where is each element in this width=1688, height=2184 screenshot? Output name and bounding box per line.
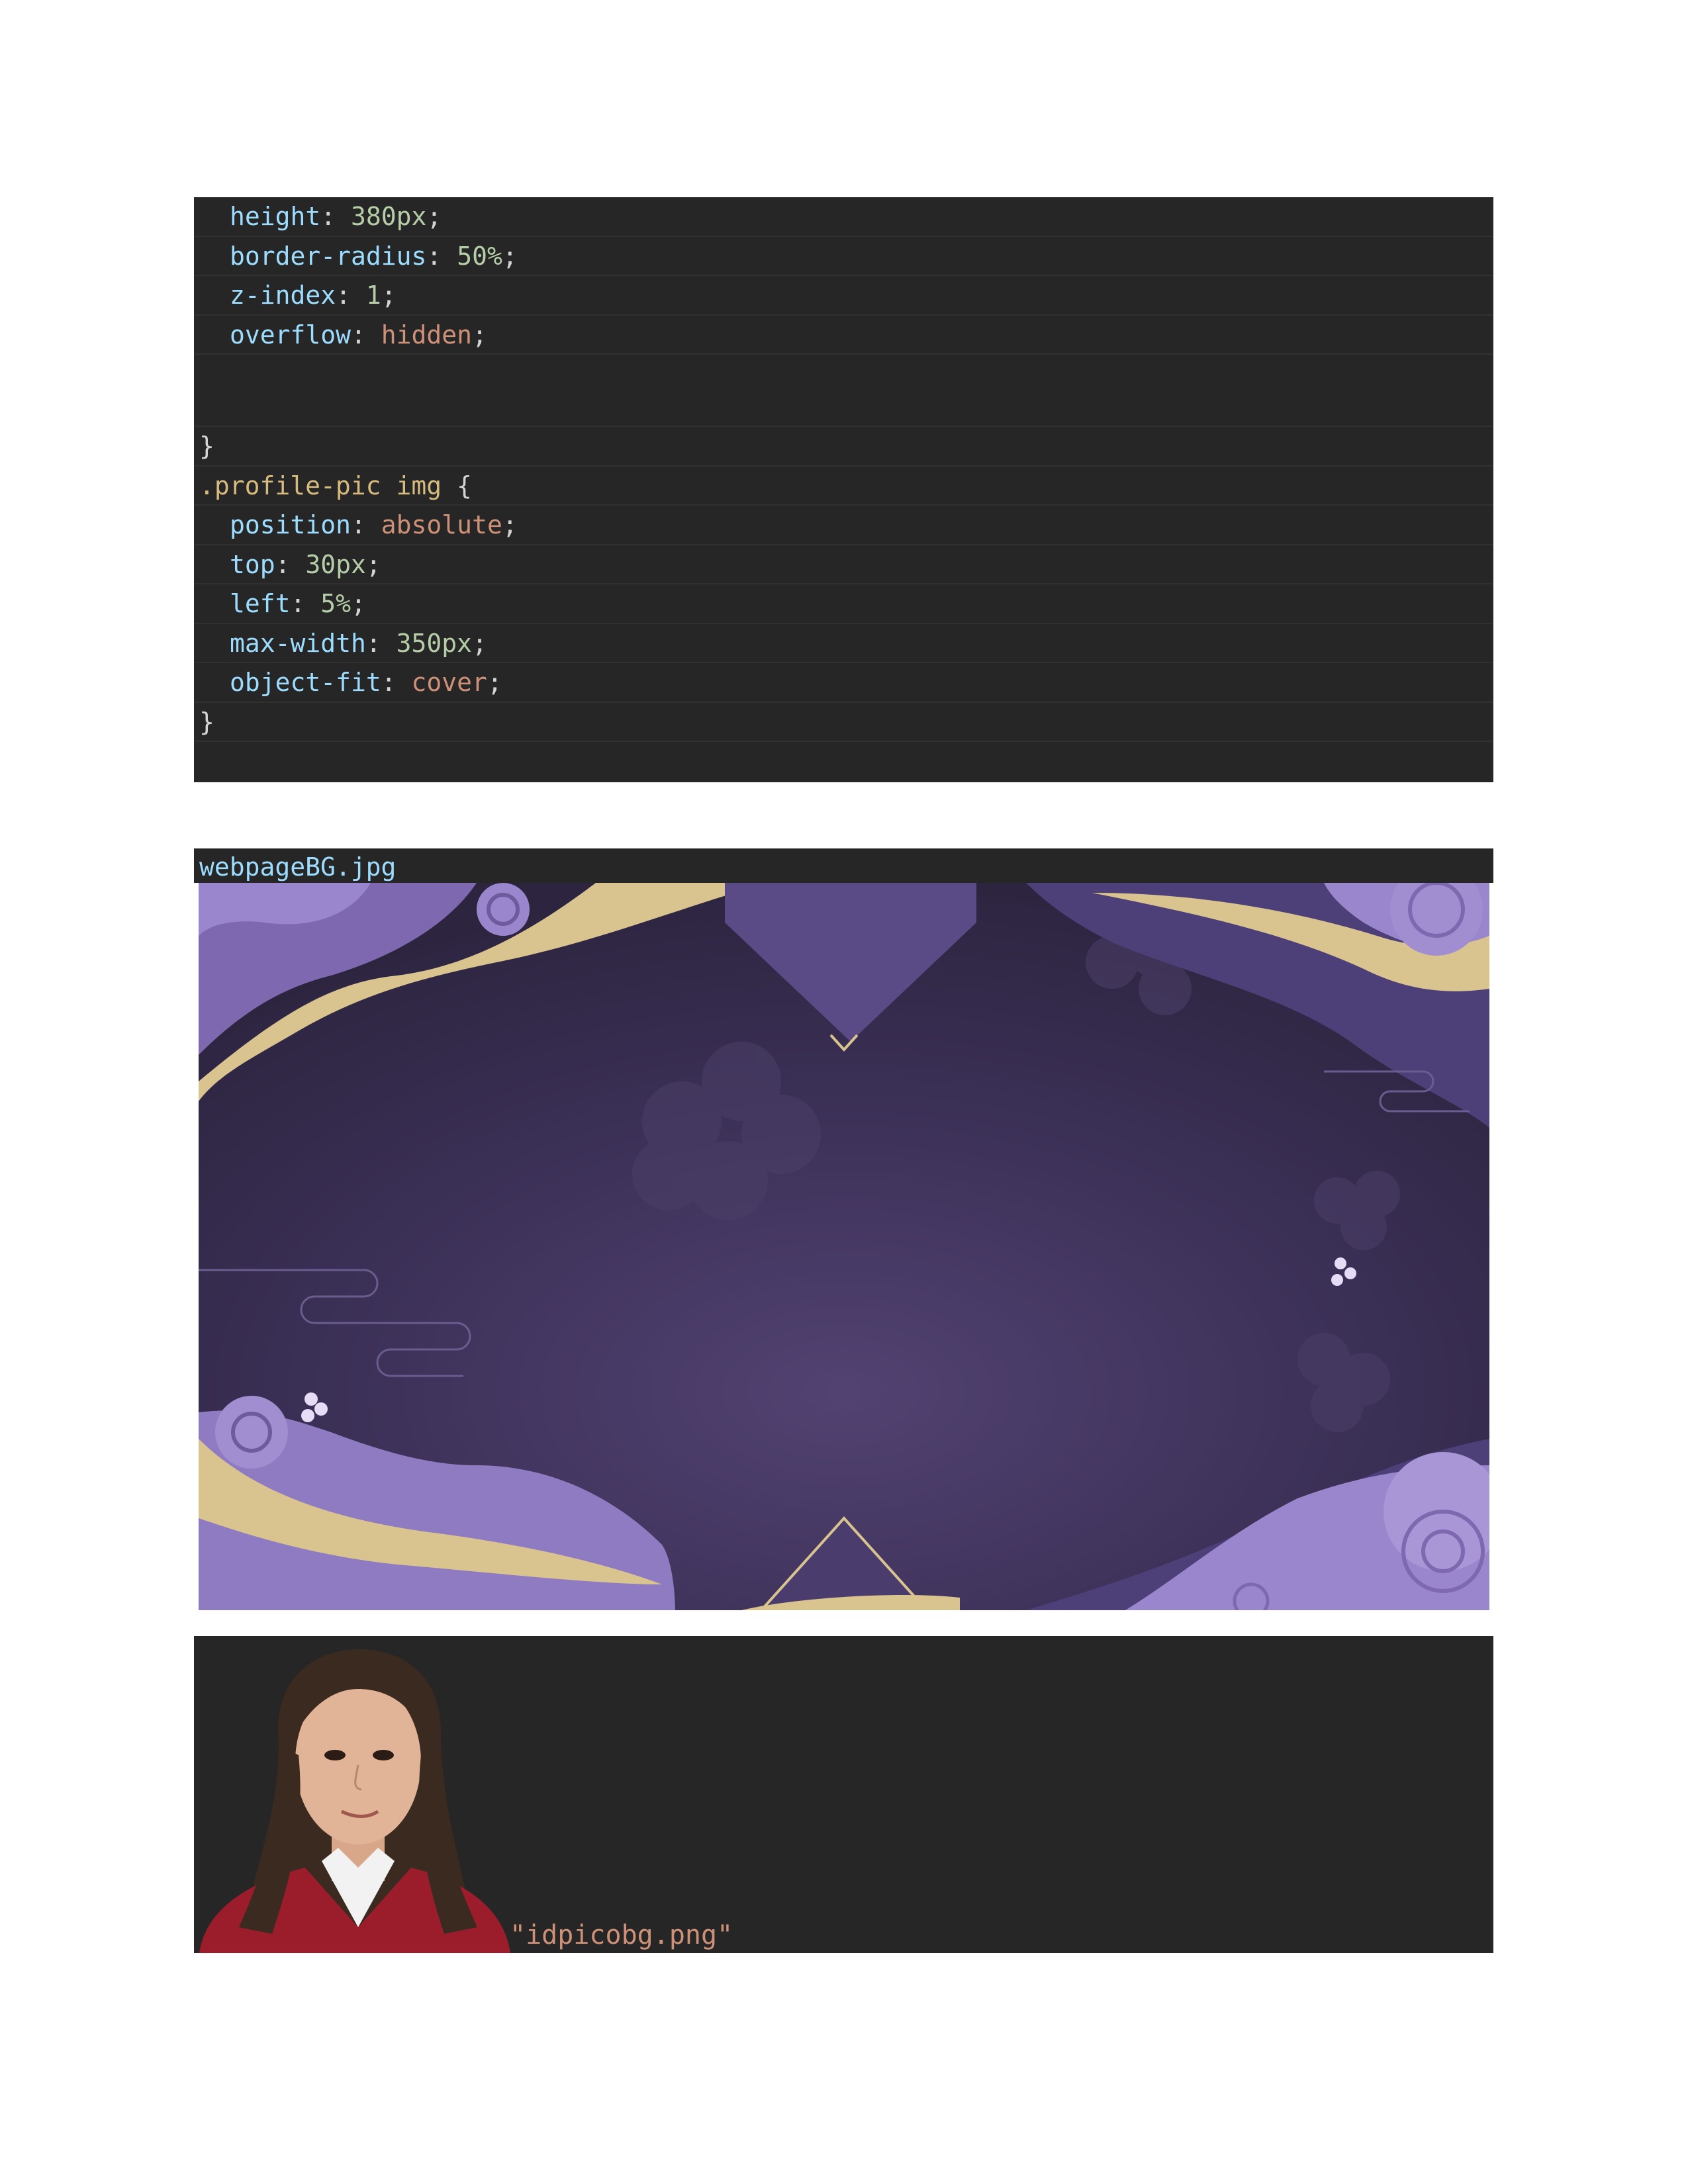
css-property: height	[230, 202, 321, 231]
code-line: max-width: 350px;	[194, 624, 1493, 663]
css-property: left	[230, 589, 291, 618]
code-line: }	[194, 703, 1493, 742]
code-line: z-index: 1;	[194, 276, 1493, 316]
code-line: border-radius: 50%;	[194, 237, 1493, 276]
css-value: hidden	[381, 320, 473, 349]
code-line: overflow: hidden;	[194, 316, 1493, 355]
css-property: object-fit	[230, 668, 381, 697]
code-line: object-fit: cover;	[194, 663, 1493, 703]
css-value: 5%	[320, 589, 352, 618]
code-line-blank	[194, 355, 1493, 427]
code-line: top: 30px;	[194, 545, 1493, 584]
css-value: 350px	[396, 628, 473, 658]
css-value: absolute	[381, 510, 502, 539]
css-selector: .profile-pic	[199, 471, 381, 500]
css-value: 1	[365, 281, 381, 310]
background-image-preview	[199, 883, 1489, 1610]
closing-brace: }	[199, 707, 214, 737]
code-line: position: absolute;	[194, 506, 1493, 545]
css-property: position	[230, 510, 352, 539]
closing-brace: }	[199, 432, 214, 461]
css-value: 30px	[305, 549, 366, 579]
css-value: 380px	[351, 202, 427, 231]
css-value: 50%	[457, 241, 502, 271]
code-line: left: 5%;	[194, 584, 1493, 624]
css-value: cover	[411, 668, 487, 697]
profile-filename-label: "idpicobg.png"	[510, 1920, 733, 1950]
css-property: border-radius	[230, 241, 427, 271]
css-property: overflow	[230, 320, 352, 349]
portrait-photo	[199, 1649, 510, 1953]
code-line: .profile-pic img {	[194, 467, 1493, 506]
css-property: max-width	[230, 628, 366, 658]
profile-image-block: "idpicobg.png"	[194, 1636, 1493, 1953]
css-selector-tag: img	[396, 471, 442, 500]
code-line: height: 380px;	[194, 197, 1493, 237]
css-property: top	[230, 549, 275, 579]
opening-brace: {	[456, 471, 472, 500]
background-filename-label: webpageBG.jpg	[194, 848, 1493, 883]
code-line: }	[194, 427, 1493, 467]
css-property: z-index	[230, 281, 336, 310]
css-code-block: height: 380px; border-radius: 50%; z-ind…	[194, 197, 1493, 782]
